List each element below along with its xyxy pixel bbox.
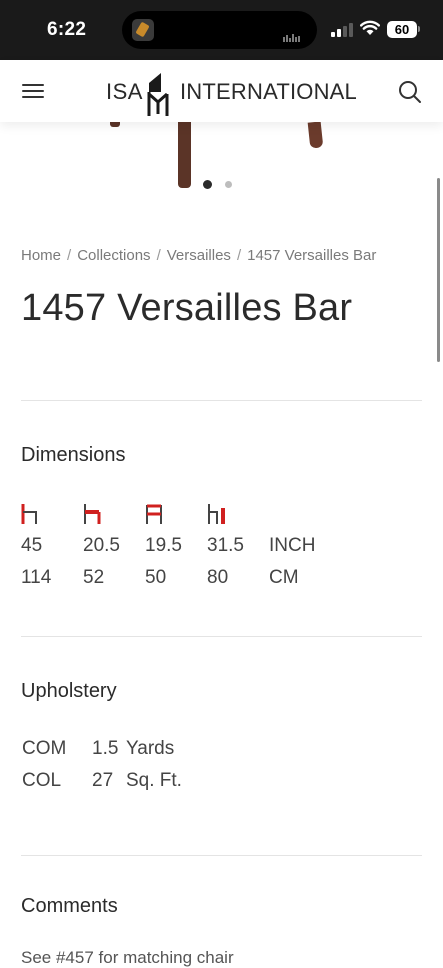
chair-leg: [178, 122, 191, 188]
breadcrumb-separator: /: [67, 247, 72, 264]
product-title: 1457 Versailles Bar: [21, 287, 353, 329]
upholstery-heading: Upholstery: [21, 680, 117, 702]
page-scrollbar[interactable]: [437, 178, 440, 362]
status-time: 6:22: [47, 19, 87, 40]
breadcrumb-collections[interactable]: Collections: [77, 247, 150, 264]
status-bar: 6:22 60: [0, 0, 443, 60]
now-playing-app-icon[interactable]: [132, 19, 154, 41]
logo-text-right: INTERNATIONAL: [180, 79, 357, 104]
upholstery-value-com: 1.5: [92, 738, 119, 759]
wifi-icon: [360, 20, 380, 35]
upholstery-label-col: COL: [22, 770, 62, 791]
dim-inch-unit: INCH: [269, 535, 316, 556]
dim-cm-seat: 52: [83, 567, 105, 588]
logo-text-left: ISA: [106, 79, 143, 104]
battery-nub: [418, 26, 420, 32]
dim-cm-depth: 80: [207, 567, 229, 588]
chair-logo-mark: [147, 73, 169, 116]
comments-text: See #457 for matching chair: [21, 948, 234, 967]
seat-height-icon: [84, 504, 101, 524]
upholstery-label-com: COM: [22, 738, 67, 759]
search-icon[interactable]: [397, 79, 423, 105]
dim-cm-height: 114: [21, 567, 52, 588]
breadcrumb-separator: /: [156, 247, 161, 264]
width-icon: [146, 504, 162, 524]
carousel-dot[interactable]: [225, 181, 232, 188]
chair-leg: [110, 122, 120, 127]
dim-inch-width: 19.5: [145, 535, 182, 556]
breadcrumb-separator: /: [236, 247, 242, 264]
comments-heading: Comments: [21, 895, 118, 917]
site-header: ISA INTERNATIONAL: [0, 60, 443, 122]
section-divider: [21, 636, 422, 637]
dim-cm-width: 50: [145, 567, 167, 588]
dim-inch-height: 45: [21, 535, 43, 556]
breadcrumb: Home / Collections / Versailles / 1457 Versail…: [21, 247, 376, 264]
upholstery-unit-col: Sq. Ft.: [126, 770, 182, 791]
upholstery-value-col: 27: [92, 770, 114, 791]
breadcrumb-home[interactable]: Home: [21, 247, 61, 264]
product-image-carousel[interactable]: [0, 122, 443, 202]
section-divider: [21, 855, 422, 856]
isa-international-logo[interactable]: ISA INTERNATIONAL: [106, 66, 357, 118]
carousel-dot-active[interactable]: [203, 180, 212, 189]
section-divider: [21, 400, 422, 401]
battery-icon: 60: [387, 21, 417, 38]
dim-inch-seat: 20.5: [83, 535, 120, 556]
dimensions-heading: Dimensions: [21, 444, 126, 466]
dynamic-island[interactable]: [122, 11, 317, 49]
upholstery-unit-com: Yards: [126, 738, 175, 759]
cellular-signal-icon: [331, 22, 353, 37]
dim-cm-unit: CM: [269, 567, 299, 588]
overall-height-icon: [21, 504, 37, 524]
breadcrumb-current: 1457 Versailles Bar: [247, 247, 377, 264]
audio-waveform-icon: [283, 24, 305, 42]
breadcrumb-versailles[interactable]: Versailles: [167, 247, 231, 264]
depth-icon: [208, 504, 225, 524]
dim-inch-depth: 31.5: [207, 535, 244, 556]
hamburger-menu-icon[interactable]: [22, 82, 44, 100]
chair-leg: [307, 122, 324, 149]
